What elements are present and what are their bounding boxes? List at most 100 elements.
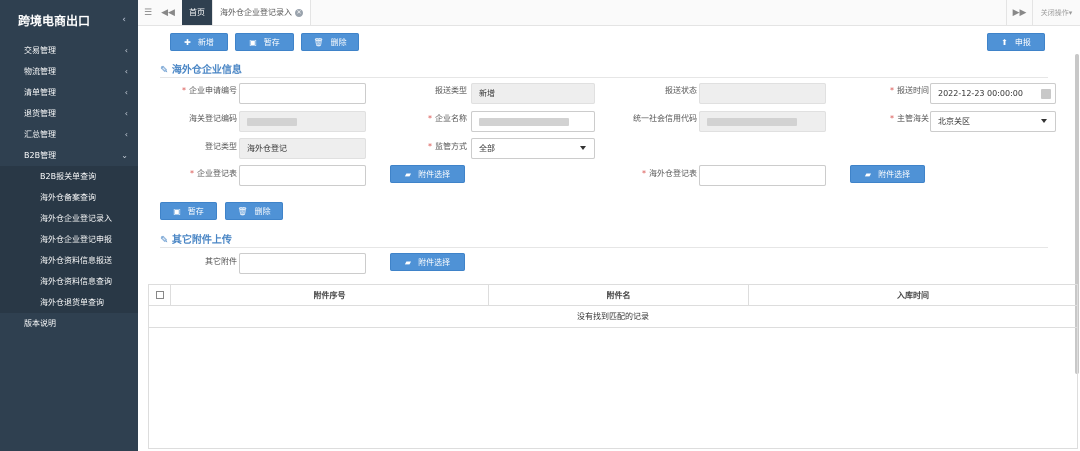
chevron-left-icon: ‹ [124,46,128,55]
add-button[interactable]: ✚ 新增 [170,33,228,51]
label-report-time: * 报送时间 [890,86,929,95]
section-delete-button[interactable]: 🗑 删除 [225,202,283,220]
sidebar-item-b2b[interactable]: B2B管理 ⌄ [0,145,138,166]
chevron-left-icon: ‹ [124,130,128,139]
warehouse-form-input[interactable] [699,165,826,186]
sidebar-item-summary[interactable]: 汇总管理 ‹ [0,124,138,145]
table-body [149,328,1077,448]
company-form-attach-button[interactable]: ▰ 附件选择 [390,165,465,183]
reg-type-field: 海外仓登记 [239,138,366,159]
chevron-left-icon[interactable]: ‹ [122,15,126,25]
sidebar-subitem-warehouse-record[interactable]: 海外仓备案查询 [0,187,138,208]
section-save-button[interactable]: ▣ 暂存 [160,202,217,220]
scroll-right-icon[interactable]: ▶▶ [1006,0,1032,25]
column-header[interactable]: 附件序号 [171,285,489,305]
trash-icon: 🗑 [313,37,324,47]
menu-icon[interactable]: ☰ [138,0,158,25]
customs-select-value: 北京关区 [938,117,970,126]
report-type-field: 新增 [471,83,595,104]
sidebar-item-returns[interactable]: 退货管理 ‹ [0,103,138,124]
sidebar-subitem-b2b-declaration[interactable]: B2B报关单查询 [0,166,138,187]
sidebar-subitem-info-query[interactable]: 海外仓资料信息查询 [0,271,138,292]
report-status-field [699,83,826,104]
sidebar-item-logistics[interactable]: 物流管理 ‹ [0,61,138,82]
column-header[interactable]: 入库时间 [749,285,1077,305]
empty-message: 没有找到匹配的记录 [149,306,1077,328]
sidebar-subitem-info-submit[interactable]: 海外仓资料信息报送 [0,250,138,271]
supervision-select-value: 全部 [479,144,495,153]
trash-icon: 🗑 [237,206,248,216]
tab-home[interactable]: 首页 [182,0,212,25]
sidebar-item-label: 清单管理 [24,88,56,97]
chevron-left-icon: ‹ [124,109,128,118]
app-title[interactable]: 跨境电商出口 ‹ [0,0,138,40]
other-attach-input[interactable] [239,253,366,274]
section-title-attachments: ✎ 其它附件上传 [160,231,232,246]
tab-current[interactable]: 海外仓企业登记录入 ✕ [212,0,311,25]
sidebar-item-version[interactable]: 版本说明 [0,313,138,334]
caret-down-icon [1041,119,1047,123]
section-title-text: 其它附件上传 [171,235,232,246]
apply-no-input[interactable] [239,83,366,104]
attachments-table: 附件序号 附件名 入库时间 没有找到匹配的记录 [148,284,1078,449]
save-icon: ▣ [173,206,181,216]
sidebar-subitem-company-entry[interactable]: 海外仓企业登记录入 [0,208,138,229]
main-content: ✚ 新增 ▣ 暂存 🗑 删除 ⬆ 申报 ✎ 海外仓企业信息 * 企业申请编号 报送类型 新… [138,26,1080,451]
upload-icon: ⬆ [1001,37,1008,47]
label-credit-code: 统一社会信用代码 [633,114,697,123]
declare-button[interactable]: ⬆ 申报 [987,33,1045,51]
sidebar-subitem-company-declare[interactable]: 海外仓企业登记申报 [0,229,138,250]
company-form-input[interactable] [239,165,366,186]
label-report-type: 报送类型 [435,86,467,95]
sidebar-item-label: 交易管理 [24,46,56,55]
redacted-value [707,117,797,126]
column-header[interactable]: 附件名 [489,285,749,305]
save-button[interactable]: ▣ 暂存 [235,33,294,51]
close-icon[interactable]: ✕ [295,8,303,17]
select-all-checkbox[interactable] [155,291,164,299]
sidebar-item-list[interactable]: 清单管理 ‹ [0,82,138,103]
label-reg-type: 登记类型 [205,142,237,151]
sidebar-item-trade[interactable]: 交易管理 ‹ [0,40,138,61]
calendar-icon[interactable] [1041,89,1051,99]
company-name-input[interactable] [471,111,595,132]
sidebar: 跨境电商出口 ‹ 交易管理 ‹ 物流管理 ‹ 清单管理 ‹ 退货管理 ‹ 汇总管理 ‹ B… [0,0,138,451]
section-title-company: ✎ 海外仓企业信息 [160,61,242,76]
delete-button[interactable]: 🗑 删除 [301,33,359,51]
sidebar-item-label: 物流管理 [24,67,56,76]
redacted-value [479,117,569,126]
customs-select[interactable]: 北京关区 [930,111,1056,132]
label-company-form: * 企业登记表 [190,169,237,178]
attach-button-label: 附件选择 [418,257,451,267]
save-button-label: 暂存 [187,206,204,216]
close-ops-dropdown[interactable]: 关闭操作 ▾ [1032,0,1080,25]
sidebar-item-label: 汇总管理 [24,130,56,139]
report-time-input[interactable]: 2022-12-23 00:00:00 [930,83,1056,104]
other-attach-button[interactable]: ▰ 附件选择 [390,253,465,271]
plus-icon: ✚ [184,37,191,47]
save-icon: ▣ [249,37,257,47]
chevron-down-icon: ⌄ [121,151,128,160]
folder-icon: ▰ [404,169,412,179]
report-time-value: 2022-12-23 00:00:00 [938,89,1023,98]
table-header: 附件序号 附件名 入库时间 [149,285,1077,306]
section-title-text: 海外仓企业信息 [171,65,242,76]
label-customs: * 主管海关 [890,114,929,123]
chevron-left-icon: ‹ [124,88,128,97]
delete-button-label: 删除 [330,37,347,47]
label-other-attach: 其它附件 [205,257,237,266]
supervision-select[interactable]: 全部 [471,138,595,159]
label-report-status: 报送状态 [665,86,697,95]
save-button-label: 暂存 [263,37,280,47]
divider [160,247,1048,248]
label-apply-no: * 企业申请编号 [182,86,237,95]
add-button-label: 新增 [197,37,214,47]
tab-bar: ☰ ◀◀ 首页 海外仓企业登记录入 ✕ ▶▶ 关闭操作 ▾ [138,0,1080,26]
scroll-left-icon[interactable]: ◀◀ [158,0,178,25]
chevron-left-icon: ‹ [124,67,128,76]
divider [160,77,1048,78]
sidebar-subitem-return-query[interactable]: 海外仓退货单查询 [0,292,138,313]
label-supervision: * 监管方式 [428,142,467,151]
warehouse-form-attach-button[interactable]: ▰ 附件选择 [850,165,925,183]
edit-icon: ✎ [160,235,172,246]
